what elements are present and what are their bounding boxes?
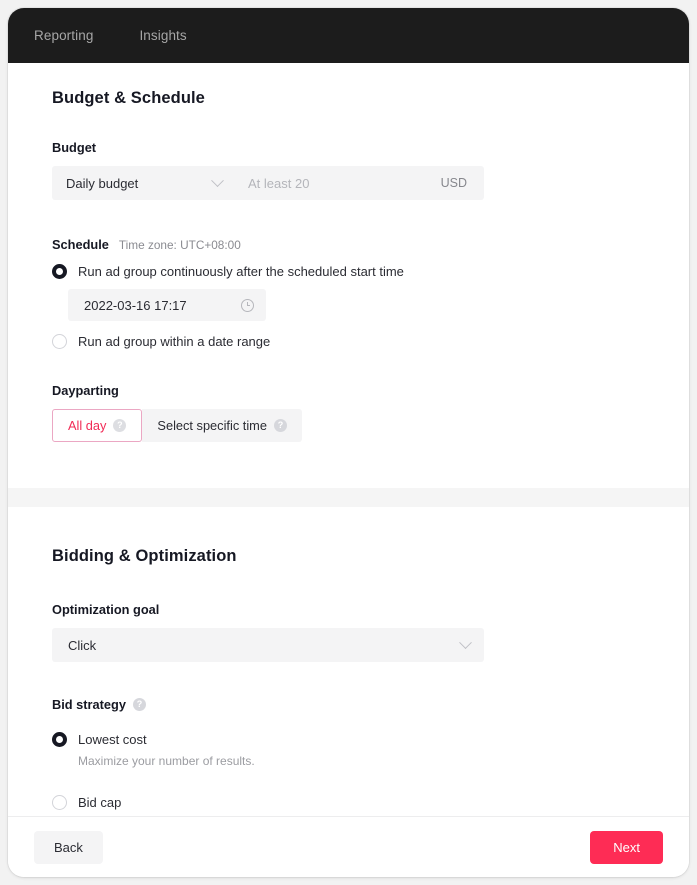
optimization-goal-select[interactable]: Click: [52, 628, 484, 662]
budget-schedule-card: Budget & Schedule Budget Daily budget US…: [8, 63, 689, 488]
radio-selected-icon: [52, 264, 67, 279]
optimization-goal-value: Click: [68, 637, 97, 653]
next-button[interactable]: Next: [590, 830, 663, 864]
bid-strategy-lowest-cost-row[interactable]: Lowest cost: [52, 732, 645, 747]
budget-field-group[interactable]: Daily budget USD: [52, 166, 484, 200]
tab-insights[interactable]: Insights: [139, 28, 186, 43]
timezone-note: Time zone: UTC+08:00: [118, 237, 241, 252]
chevron-down-icon: [459, 635, 472, 649]
help-icon[interactable]: ?: [113, 419, 127, 432]
budget-schedule-title: Budget & Schedule: [52, 89, 205, 107]
help-icon[interactable]: ?: [273, 419, 287, 432]
bid-strategy-label: Bid strategy ?: [52, 697, 645, 712]
dayparting-option-specific-time[interactable]: Select specific time ?: [142, 409, 302, 442]
schedule-start-time-input[interactable]: 2022-03-16 17:17: [68, 289, 266, 321]
chevron-down-icon: [211, 173, 224, 187]
dayparting-label: Dayparting: [52, 383, 645, 398]
bidding-title: Bidding & Optimization: [52, 547, 237, 565]
budget-amount-input[interactable]: [234, 166, 441, 200]
schedule-option-continuous-label: Run ad group continuously after the sche…: [78, 264, 404, 279]
schedule-start-time-value: 2022-03-16 17:17: [84, 297, 187, 313]
radio-unselected-icon: [52, 334, 67, 349]
card-divider-gap: [8, 488, 689, 507]
budget-type-value: Daily budget: [66, 175, 139, 191]
dayparting-label-text: Dayparting: [52, 383, 119, 398]
clock-icon[interactable]: [241, 298, 254, 312]
radio-selected-icon: [52, 732, 67, 747]
dayparting-option-specific-time-label: Select specific time: [157, 418, 267, 433]
dayparting-option-all-day[interactable]: All day ?: [52, 409, 143, 442]
schedule-label-text: Schedule: [52, 237, 109, 252]
schedule-option-date-range[interactable]: Run ad group within a date range: [52, 334, 645, 349]
schedule-option-date-range-label: Run ad group within a date range: [78, 334, 271, 349]
form-scroll-area[interactable]: Budget & Schedule Budget Daily budget US…: [8, 63, 689, 816]
form-footer: Back Next: [8, 816, 689, 877]
optimization-goal-label-text: Optimization goal: [52, 602, 160, 617]
app-window: Reporting Insights Budget & Schedule Bud…: [8, 8, 689, 877]
back-button[interactable]: Back: [34, 830, 103, 864]
tab-reporting[interactable]: Reporting: [34, 28, 93, 43]
bid-strategy-lowest-cost-description: Maximize your number of results.: [78, 754, 255, 768]
bid-strategy-label-text: Bid strategy: [52, 697, 126, 712]
budget-label-text: Budget: [52, 140, 97, 155]
budget-type-select[interactable]: Daily budget: [52, 166, 234, 200]
bid-strategy-lowest-cost-label: Lowest cost: [78, 732, 147, 747]
help-icon[interactable]: ?: [132, 698, 146, 711]
radio-unselected-icon: [52, 795, 67, 810]
optimization-goal-label: Optimization goal: [52, 602, 645, 617]
bid-strategy-bid-cap-row[interactable]: Bid cap: [52, 795, 645, 810]
dayparting-toggle-group: All day ? Select specific time ?: [52, 409, 645, 442]
bid-strategy-option-bid-cap[interactable]: Bid cap Keep your average cost per resul…: [52, 795, 645, 816]
schedule-label: Schedule Time zone: UTC+08:00: [52, 237, 645, 252]
schedule-option-continuous[interactable]: Run ad group continuously after the sche…: [52, 264, 645, 279]
bid-strategy-option-lowest-cost[interactable]: Lowest cost Maximize your number of resu…: [52, 732, 645, 768]
bid-strategy-bid-cap-label: Bid cap: [78, 795, 122, 810]
top-navigation-bar: Reporting Insights: [8, 8, 689, 63]
budget-currency-label: USD: [440, 176, 467, 190]
bidding-optimization-card: Bidding & Optimization Optimization goal…: [8, 507, 689, 816]
budget-label: Budget: [52, 140, 645, 155]
dayparting-option-all-day-label: All day: [68, 418, 107, 433]
